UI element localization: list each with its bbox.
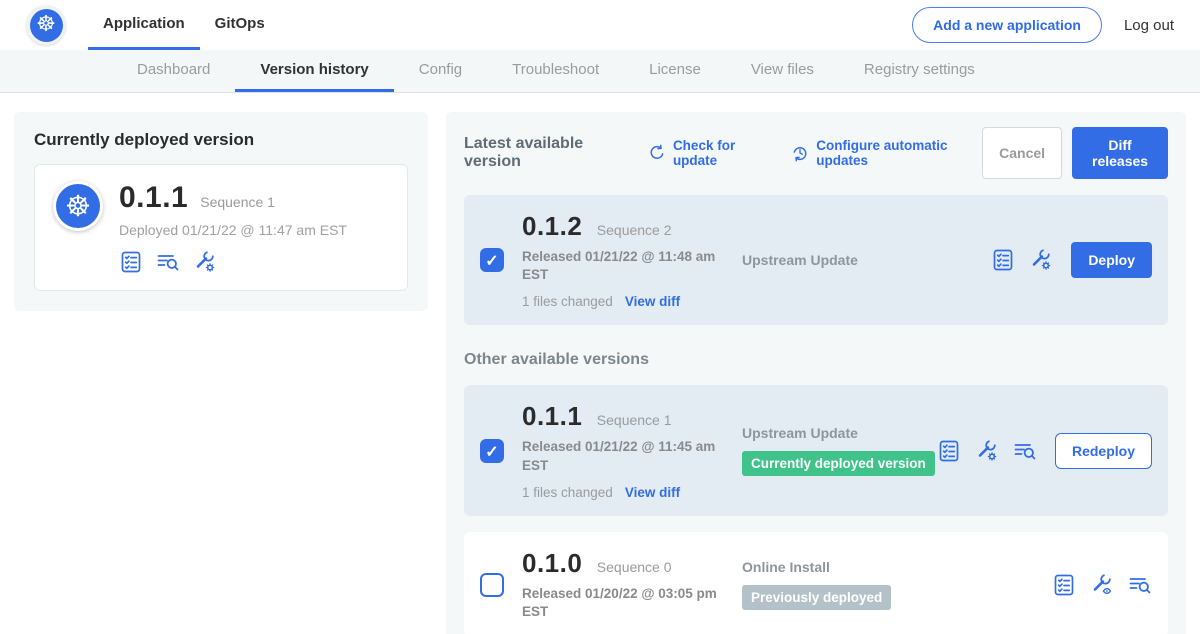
subnav-item-dashboard[interactable]: Dashboard: [112, 50, 235, 92]
version-source-label: Upstream Update: [742, 425, 937, 441]
previously-deployed-badge: Previously deployed: [742, 585, 891, 610]
sequence-label: Sequence 2: [597, 222, 672, 238]
view-logs-icon[interactable]: [156, 250, 180, 274]
currently-deployed-panel: Currently deployed version ☸ 0.1.1 Seque…: [14, 112, 428, 311]
cancel-button[interactable]: Cancel: [982, 127, 1062, 179]
currently-deployed-badge: Currently deployed version: [742, 451, 935, 476]
preflight-checklist-icon[interactable]: [119, 250, 143, 274]
version-source-label: Upstream Update: [742, 252, 991, 268]
sub-nav: Dashboard Version history Config Trouble…: [0, 50, 1200, 93]
deploy-button[interactable]: Deploy: [1071, 242, 1152, 278]
version-row-0-1-1: 0.1.1 Sequence 1 Released 01/21/22 @ 11:…: [464, 385, 1168, 515]
deployed-version-card: ☸ 0.1.1 Sequence 1 Deployed 01/21/22 @ 1…: [34, 164, 408, 291]
latest-available-title: Latest available version: [464, 135, 626, 171]
version-checkbox[interactable]: [480, 439, 504, 463]
logout-button[interactable]: Log out: [1124, 17, 1174, 34]
subnav-item-version-history[interactable]: Version history: [235, 50, 393, 92]
tab-application[interactable]: Application: [88, 0, 200, 50]
app-logo: ☸: [26, 5, 66, 45]
check-for-update-link[interactable]: Check for update: [648, 138, 769, 168]
sequence-label: Sequence 0: [597, 559, 672, 575]
add-application-button[interactable]: Add a new application: [912, 7, 1102, 43]
redeploy-button[interactable]: Redeploy: [1055, 433, 1152, 469]
deployed-sequence-label: Sequence 1: [200, 194, 275, 210]
edit-config-icon[interactable]: [975, 439, 999, 463]
preflight-checklist-icon[interactable]: [991, 248, 1015, 272]
kubernetes-logo-icon: ☸: [30, 9, 63, 42]
clock-refresh-icon: [791, 144, 809, 163]
configure-automatic-updates-link[interactable]: Configure automatic updates: [791, 138, 982, 168]
view-diff-link[interactable]: View diff: [625, 485, 680, 500]
version-number: 0.1.0: [522, 548, 582, 578]
edit-config-icon[interactable]: [193, 250, 217, 274]
deployed-version-number: 0.1.1: [119, 181, 188, 215]
version-checkbox[interactable]: [480, 248, 504, 272]
released-timestamp: Released 01/20/22 @ 03:05 pm EST: [522, 585, 717, 621]
view-config-icon[interactable]: [1090, 573, 1114, 597]
deployed-timestamp: Deployed 01/21/22 @ 11:47 am EST: [119, 222, 347, 238]
sequence-label: Sequence 1: [597, 412, 672, 428]
view-logs-icon[interactable]: [1128, 573, 1152, 597]
top-nav: ☸ Application GitOps Add a new applicati…: [0, 0, 1200, 50]
files-changed-label: 1 files changed: [522, 294, 613, 309]
view-logs-icon[interactable]: [1013, 439, 1037, 463]
preflight-checklist-icon[interactable]: [1052, 573, 1076, 597]
subnav-item-registry-settings[interactable]: Registry settings: [839, 50, 1000, 92]
tab-gitops[interactable]: GitOps: [200, 0, 280, 50]
subnav-item-view-files[interactable]: View files: [726, 50, 839, 92]
version-number: 0.1.2: [522, 211, 582, 241]
preflight-checklist-icon[interactable]: [937, 439, 961, 463]
version-source-label: Online Install: [742, 559, 1052, 575]
diff-releases-button[interactable]: Diff releases: [1072, 127, 1168, 179]
version-history-panel: Latest available version Check for updat…: [446, 112, 1186, 634]
other-available-versions-heading: Other available versions: [464, 351, 1168, 369]
version-checkbox[interactable]: [480, 573, 504, 597]
edit-config-icon[interactable]: [1029, 248, 1053, 272]
refresh-icon: [648, 144, 666, 162]
version-row-0-1-2: 0.1.2 Sequence 2 Released 01/21/22 @ 11:…: [464, 195, 1168, 325]
subnav-item-license[interactable]: License: [624, 50, 726, 92]
version-number: 0.1.1: [522, 401, 582, 431]
released-timestamp: Released 01/21/22 @ 11:48 am EST: [522, 248, 717, 284]
currently-deployed-title: Currently deployed version: [34, 130, 408, 150]
view-diff-link[interactable]: View diff: [625, 294, 680, 309]
subnav-item-config[interactable]: Config: [394, 50, 487, 92]
released-timestamp: Released 01/21/22 @ 11:45 am EST: [522, 438, 717, 474]
subnav-item-troubleshoot[interactable]: Troubleshoot: [487, 50, 624, 92]
version-row-0-1-0: 0.1.0 Sequence 0 Released 01/20/22 @ 03:…: [464, 532, 1168, 634]
kubernetes-logo-icon: ☸: [53, 181, 103, 231]
files-changed-label: 1 files changed: [522, 485, 613, 500]
